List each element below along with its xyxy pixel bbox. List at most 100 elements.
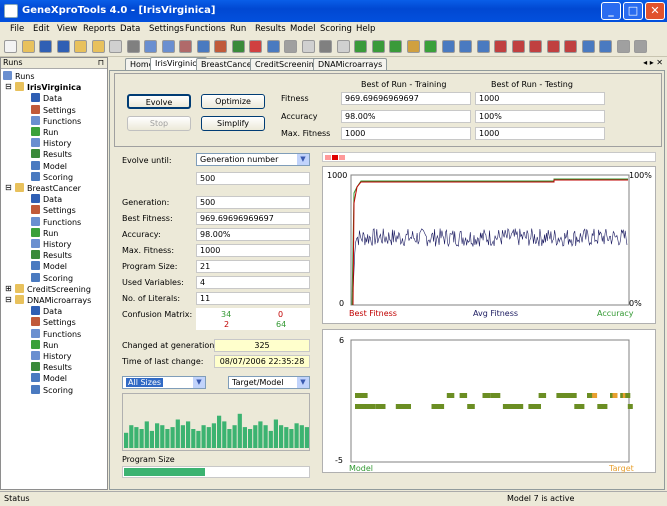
toolbar-icon[interactable] (74, 40, 87, 53)
toolbar-icon[interactable] (319, 40, 332, 53)
tab-navigation-icon[interactable]: ◂ ▸ ✕ (643, 58, 663, 67)
toolbar-icon[interactable] (179, 40, 192, 53)
tree-item-results[interactable]: Results (31, 362, 72, 373)
toolbar-icon[interactable] (459, 40, 472, 53)
menu-settings[interactable]: Settings (149, 24, 184, 34)
tree-item-scoring[interactable]: Scoring (31, 272, 73, 284)
tree-root-runs[interactable]: Runs (3, 71, 35, 82)
simplify-button[interactable]: Simplify (201, 116, 265, 131)
tree-item-history[interactable]: History (31, 138, 71, 149)
toolbar-icon[interactable] (91, 40, 105, 53)
expand-toggle-icon[interactable]: ⊟ (5, 295, 12, 304)
tree-item-results[interactable]: Results (31, 250, 72, 261)
menu-run[interactable]: Run (230, 24, 246, 34)
menu-help[interactable]: Help (356, 24, 375, 34)
toolbar-icon[interactable] (599, 40, 612, 53)
tree-project-creditscreening[interactable]: CreditScreening (15, 283, 91, 295)
tab-dnamicroarrays[interactable]: DNAMicroarrays (313, 58, 388, 70)
maximize-button[interactable]: □ (623, 2, 643, 20)
menu-view[interactable]: View (57, 24, 77, 34)
toolbar-icon[interactable] (389, 40, 402, 53)
toolbar-icon[interactable] (284, 40, 297, 53)
tree-item-settings[interactable]: Settings (31, 317, 76, 328)
toolbar-icon[interactable] (371, 40, 385, 53)
toolbar-icon[interactable] (634, 40, 647, 53)
optimize-button[interactable]: Optimize (201, 94, 265, 109)
toolbar-icon[interactable] (144, 40, 157, 53)
toolbar-icon[interactable] (301, 40, 315, 53)
tree-item-history[interactable]: History (31, 239, 71, 250)
toolbar-icon[interactable] (354, 40, 367, 53)
tree-item-model[interactable]: Model (31, 160, 67, 172)
toolbar-icon[interactable] (109, 40, 122, 53)
pin-icon[interactable]: ⊓ (98, 58, 104, 67)
toolbar-icon[interactable] (494, 40, 507, 53)
tree-item-functions[interactable]: Functions (31, 216, 81, 228)
toolbar-icon[interactable] (511, 40, 525, 53)
tree-item-settings[interactable]: Settings (31, 104, 76, 116)
tree-item-model[interactable]: Model (31, 261, 67, 272)
toolbar-icon[interactable] (546, 40, 560, 53)
menu-scoring[interactable]: Scoring (320, 24, 352, 34)
toolbar-icon[interactable] (564, 40, 577, 53)
evolve-until-target-input[interactable]: 500 (196, 172, 310, 185)
evolve-button[interactable]: Evolve (127, 94, 191, 109)
toolbar-icon[interactable] (126, 40, 140, 53)
tree-project-breastcancer[interactable]: BreastCancer (15, 183, 81, 194)
toolbar-icon[interactable] (616, 40, 630, 53)
menu-results[interactable]: Results (255, 24, 286, 34)
toolbar-icon[interactable] (424, 40, 437, 53)
tree-item-run[interactable]: Run (31, 127, 58, 138)
minimize-button[interactable]: _ (601, 2, 621, 20)
toolbar-icon[interactable] (4, 40, 17, 53)
toolbar-icon[interactable] (196, 40, 210, 53)
evolve-until-select[interactable]: Generation number ▼ (196, 153, 310, 166)
tree-project-dnamicroarrays[interactable]: DNAMicroarrays (15, 295, 91, 306)
toolbar-icon[interactable] (336, 40, 350, 53)
toolbar-icon[interactable] (581, 40, 595, 53)
toolbar-icon[interactable] (161, 40, 175, 53)
menu-model[interactable]: Model (290, 24, 316, 34)
stop-button[interactable]: Stop (127, 116, 191, 131)
expand-toggle-icon[interactable]: ⊟ (5, 183, 12, 192)
target-model-select[interactable]: Target/Model ▼ (228, 376, 310, 389)
toolbar-icon[interactable] (406, 40, 420, 53)
chevron-down-icon[interactable]: ▼ (297, 154, 309, 165)
size-select[interactable]: All Sizes ▼ (122, 376, 206, 389)
toolbar-icon[interactable] (266, 40, 280, 53)
tree-item-results[interactable]: Results (31, 149, 72, 160)
toolbar-icon[interactable] (21, 40, 35, 53)
tree-item-history[interactable]: History (31, 351, 71, 362)
toolbar-icon[interactable] (56, 40, 70, 53)
toolbar-icon[interactable] (231, 40, 245, 53)
toolbar-icon[interactable] (214, 40, 227, 53)
tree-item-scoring[interactable]: Scoring (31, 171, 73, 183)
tree-item-scoring[interactable]: Scoring (31, 384, 73, 396)
menu-functions[interactable]: Functions (185, 24, 226, 34)
menu-data[interactable]: Data (120, 24, 140, 34)
chevron-down-icon[interactable]: ▼ (193, 377, 205, 388)
tree-item-settings[interactable]: Settings (31, 205, 76, 216)
menu-edit[interactable]: Edit (33, 24, 49, 34)
toolbar-icon[interactable] (39, 40, 52, 53)
tree-item-data[interactable]: Data (31, 194, 62, 205)
tree-project-irisvirginica[interactable]: IrisVirginica (15, 82, 81, 93)
expand-toggle-icon[interactable]: ⊞ (5, 284, 12, 293)
tree-item-functions[interactable]: Functions (31, 115, 81, 127)
tree-item-run[interactable]: Run (31, 227, 58, 239)
expand-toggle-icon[interactable]: ⊟ (5, 82, 12, 91)
tree-item-data[interactable]: Data (31, 306, 62, 317)
chevron-down-icon[interactable]: ▼ (297, 377, 309, 388)
tree-item-model[interactable]: Model (31, 373, 67, 384)
menu-reports[interactable]: Reports (83, 24, 116, 34)
tree-item-functions[interactable]: Functions (31, 328, 81, 340)
toolbar-icon[interactable] (529, 40, 542, 53)
tree-item-run[interactable]: Run (31, 339, 58, 351)
close-button[interactable]: ✕ (645, 2, 665, 20)
toolbar-icon[interactable] (249, 40, 262, 53)
histogram-bar (206, 427, 211, 448)
tree-item-data[interactable]: Data (31, 93, 62, 104)
menu-file[interactable]: File (10, 24, 24, 34)
toolbar-icon[interactable] (441, 40, 455, 53)
toolbar-icon[interactable] (476, 40, 490, 53)
